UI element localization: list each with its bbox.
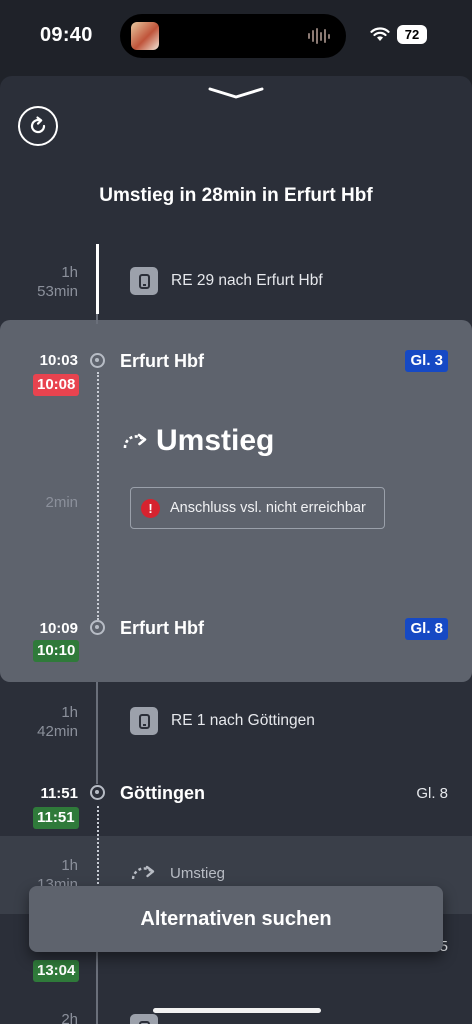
goettingen-platform: Gl. 8 xyxy=(416,785,448,802)
transfer-heading: Umstieg xyxy=(122,424,274,458)
timeline-segment xyxy=(96,314,98,324)
train-icon xyxy=(130,267,158,295)
journey-title: Umstieg in 28min in Erfurt Hbf xyxy=(99,185,373,206)
train-icon xyxy=(130,707,158,735)
departure-scheduled-time: 10:09 xyxy=(39,620,78,637)
search-alternatives-button[interactable]: Alternativen suchen xyxy=(29,886,443,952)
transfer-heading-label: Umstieg xyxy=(156,424,275,457)
status-bar: 09:40 72 xyxy=(0,0,472,72)
leg-duration: 1h 42min xyxy=(0,703,78,741)
connection-warning[interactable]: ! Anschluss vsl. nicht erreichbar xyxy=(130,487,385,529)
stop-marker xyxy=(90,353,105,368)
alert-icon: ! xyxy=(141,498,160,518)
goettingen-scheduled-time: 11:51 xyxy=(40,785,78,802)
transfer-duration: 2min xyxy=(45,494,78,511)
arrival-realtime-badge: 10:08 xyxy=(33,374,80,396)
connection-warning-text: Anschluss vsl. nicht erreichbar xyxy=(170,500,366,516)
train-leg-re29[interactable]: RE 29 nach Erfurt Hbf xyxy=(130,267,323,295)
timeline-transfer-walk xyxy=(97,372,99,620)
refresh-icon xyxy=(30,116,46,134)
wifi-icon xyxy=(370,27,390,41)
transfer-arrow-icon xyxy=(131,865,155,880)
departure-station: Erfurt Hbf xyxy=(120,618,204,638)
leg3-duration: 2h xyxy=(61,1011,78,1024)
journey-sheet: Umstieg in 28min in Erfurt Hbf 1h 53min … xyxy=(0,76,472,1024)
arrival-platform-badge: Gl. 3 xyxy=(405,350,448,372)
leg-duration-hours: 1h xyxy=(61,857,78,874)
arrival-station: Erfurt Hbf xyxy=(120,351,204,371)
stop-marker xyxy=(90,785,105,800)
departure-platform-badge: Gl. 8 xyxy=(405,618,448,640)
departure-realtime-badge: 10:10 xyxy=(33,640,80,662)
home-indicator[interactable] xyxy=(153,1008,321,1013)
goettingen-realtime-badge: 11:51 xyxy=(33,807,79,829)
leg-duration-hours: 1h xyxy=(61,264,78,281)
timeline-segment xyxy=(96,682,98,784)
transfer2-label: Umstieg xyxy=(170,864,226,882)
leg-duration-minutes: 53min xyxy=(37,283,78,300)
battery-indicator: 72 xyxy=(397,25,427,44)
chevron-down-icon[interactable] xyxy=(208,86,264,100)
timeline-transfer-walk xyxy=(97,806,99,896)
goettingen-station: Göttingen xyxy=(120,783,205,803)
timeline-segment-travelled xyxy=(96,244,99,314)
transfer2-row: Umstieg xyxy=(130,864,225,882)
train-icon xyxy=(130,1014,158,1024)
transfer-arrow-icon xyxy=(123,433,147,449)
refresh-button[interactable] xyxy=(18,106,58,146)
leg-duration: 1h 53min xyxy=(0,263,78,301)
stop-marker xyxy=(90,620,105,635)
audio-waveform-icon xyxy=(308,28,332,44)
next-realtime-badge: 13:04 xyxy=(33,960,80,982)
train-leg-label: RE 29 nach Erfurt Hbf xyxy=(171,272,323,289)
dynamic-island[interactable] xyxy=(120,14,346,58)
now-playing-artwork xyxy=(131,22,159,50)
leg-duration-minutes: 42min xyxy=(37,723,78,740)
leg-duration-hours: 1h xyxy=(61,704,78,721)
arrival-scheduled-time: 10:03 xyxy=(39,352,78,369)
train-leg-re1[interactable]: RE 1 nach Göttingen xyxy=(130,707,315,735)
status-time: 09:40 xyxy=(40,24,93,46)
train-leg-label: RE 1 nach Göttingen xyxy=(171,712,315,729)
